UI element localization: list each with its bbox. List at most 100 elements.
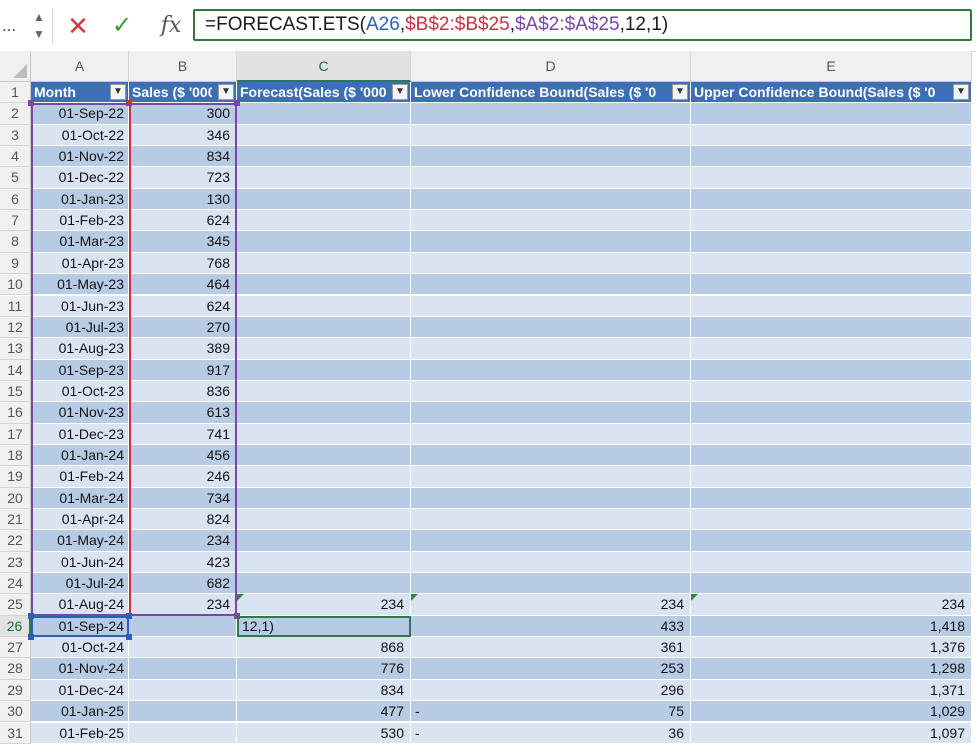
cell-b22[interactable]: 234 — [129, 530, 237, 552]
range-ref-a2-a25-handle[interactable] — [28, 100, 34, 107]
cell-e30[interactable]: 1,029 — [691, 701, 972, 723]
cell-b19[interactable]: 246 — [129, 466, 237, 488]
cell-c7[interactable] — [237, 210, 411, 232]
cell-d9[interactable] — [411, 252, 691, 275]
row-header[interactable]: 11 — [0, 295, 31, 317]
cell-a13[interactable]: 01-Aug-23 — [31, 338, 129, 360]
cell-d23[interactable] — [411, 551, 691, 574]
cell-d18[interactable] — [411, 444, 691, 467]
cell-b15[interactable]: 836 — [129, 380, 237, 403]
cell-a12[interactable]: 01-Jul-23 — [31, 316, 129, 339]
cell-c31[interactable]: 530 — [237, 722, 411, 744]
select-all-corner[interactable] — [0, 51, 31, 82]
cell-b13[interactable]: 389 — [129, 338, 237, 360]
cell-b16[interactable]: 613 — [129, 402, 237, 424]
filter-dropdown-icon[interactable]: ▼ — [392, 84, 408, 100]
filter-dropdown-icon[interactable]: ▼ — [672, 84, 688, 100]
cell-c15[interactable] — [237, 380, 411, 403]
cell-a19[interactable]: 01-Feb-24 — [31, 466, 129, 488]
row-header[interactable]: 22 — [0, 530, 31, 552]
cell-a31[interactable]: 01-Feb-25 — [31, 722, 129, 744]
row-header[interactable]: 25 — [0, 594, 31, 616]
cell-c5[interactable] — [237, 167, 411, 189]
cell-e24[interactable] — [691, 573, 972, 595]
cell-c2[interactable] — [237, 103, 411, 125]
cell-c22[interactable] — [237, 530, 411, 552]
cell-c6[interactable] — [237, 188, 411, 211]
cell-a17[interactable]: 01-Dec-23 — [31, 423, 129, 445]
cell-c12[interactable] — [237, 316, 411, 339]
cell-e6[interactable] — [691, 188, 972, 211]
cell-b10[interactable]: 464 — [129, 274, 237, 296]
cell-e4[interactable] — [691, 146, 972, 168]
cell-e8[interactable] — [691, 231, 972, 253]
cell-a24[interactable]: 01-Jul-24 — [31, 573, 129, 595]
cell-a7[interactable]: 01-Feb-23 — [31, 210, 129, 232]
cell-a25[interactable]: 01-Aug-24 — [31, 594, 129, 616]
cell-b6[interactable]: 130 — [129, 188, 237, 211]
row-header[interactable]: 21 — [0, 509, 31, 531]
filter-dropdown-icon[interactable]: ▼ — [110, 84, 126, 100]
cell-a16[interactable]: 01-Nov-23 — [31, 402, 129, 424]
row-header[interactable]: 2 — [0, 103, 31, 125]
cell-a2[interactable]: 01-Sep-22 — [31, 103, 129, 125]
range-ref-a2-a25-handle[interactable] — [234, 100, 240, 107]
filter-dropdown-icon[interactable]: ▼ — [953, 84, 969, 100]
cell-e20[interactable] — [691, 487, 972, 509]
row-header[interactable]: 24 — [0, 573, 31, 595]
cell-a15[interactable]: 01-Oct-23 — [31, 380, 129, 403]
cell-c10[interactable] — [237, 274, 411, 296]
row-header[interactable]: 1 — [0, 82, 31, 104]
row-header[interactable]: 6 — [0, 188, 31, 211]
cell-a29[interactable]: 01-Dec-24 — [31, 679, 129, 702]
row-header[interactable]: 10 — [0, 274, 31, 296]
cell-c16[interactable] — [237, 402, 411, 424]
cell-c21[interactable] — [237, 509, 411, 531]
cell-d26[interactable]: 433 — [411, 615, 691, 638]
cell-a30[interactable]: 01-Jan-25 — [31, 701, 129, 723]
cell-d28[interactable]: 253 — [411, 658, 691, 680]
row-header[interactable]: 27 — [0, 637, 31, 659]
row-header[interactable]: 29 — [0, 679, 31, 702]
cell-a4[interactable]: 01-Nov-22 — [31, 146, 129, 168]
cell-e11[interactable] — [691, 295, 972, 317]
cell-e7[interactable] — [691, 210, 972, 232]
cell-c3[interactable] — [237, 124, 411, 147]
stepper-up-icon[interactable]: ▲ — [29, 9, 49, 26]
cell-b3[interactable]: 346 — [129, 124, 237, 147]
cell-c29[interactable]: 834 — [237, 679, 411, 702]
cell-b11[interactable]: 624 — [129, 295, 237, 317]
cell-a9[interactable]: 01-Apr-23 — [31, 252, 129, 275]
cell-a6[interactable]: 01-Jan-23 — [31, 188, 129, 211]
cell-b25[interactable]: 234 — [129, 594, 237, 616]
cell-e21[interactable] — [691, 509, 972, 531]
cell-d19[interactable] — [411, 466, 691, 488]
range-ref-a26-handle[interactable] — [126, 634, 132, 641]
cell-d13[interactable] — [411, 338, 691, 360]
cell-c19[interactable] — [237, 466, 411, 488]
cell-a21[interactable]: 01-Apr-24 — [31, 509, 129, 531]
formula-input[interactable]: =FORECAST.ETS(A26,$B$2:$B$25,$A$2:$A$25,… — [193, 9, 972, 41]
column-header-a[interactable]: A — [31, 51, 129, 82]
cell-a14[interactable]: 01-Sep-23 — [31, 359, 129, 381]
cell-d3[interactable] — [411, 124, 691, 147]
cell-b21[interactable]: 824 — [129, 509, 237, 531]
cell-c8[interactable] — [237, 231, 411, 253]
cancel-icon[interactable]: ✕ — [64, 11, 92, 41]
cell-d22[interactable] — [411, 530, 691, 552]
row-header[interactable]: 28 — [0, 658, 31, 680]
row-header[interactable]: 16 — [0, 402, 31, 424]
range-ref-a2-a25-handle[interactable] — [234, 612, 240, 619]
cell-b30[interactable] — [129, 701, 237, 723]
cell-e5[interactable] — [691, 167, 972, 189]
cell-a27[interactable]: 01-Oct-24 — [31, 637, 129, 659]
cell-e22[interactable] — [691, 530, 972, 552]
row-header[interactable]: 30 — [0, 701, 31, 723]
stepper-down-icon[interactable]: ▼ — [29, 26, 49, 43]
row-header[interactable]: 19 — [0, 466, 31, 488]
cell-b14[interactable]: 917 — [129, 359, 237, 381]
row-header[interactable]: 18 — [0, 444, 31, 467]
table-header-cell[interactable]: Sales ($ '000 ▼ — [129, 82, 237, 104]
cell-b12[interactable]: 270 — [129, 316, 237, 339]
cell-c30[interactable]: 477 — [237, 701, 411, 723]
